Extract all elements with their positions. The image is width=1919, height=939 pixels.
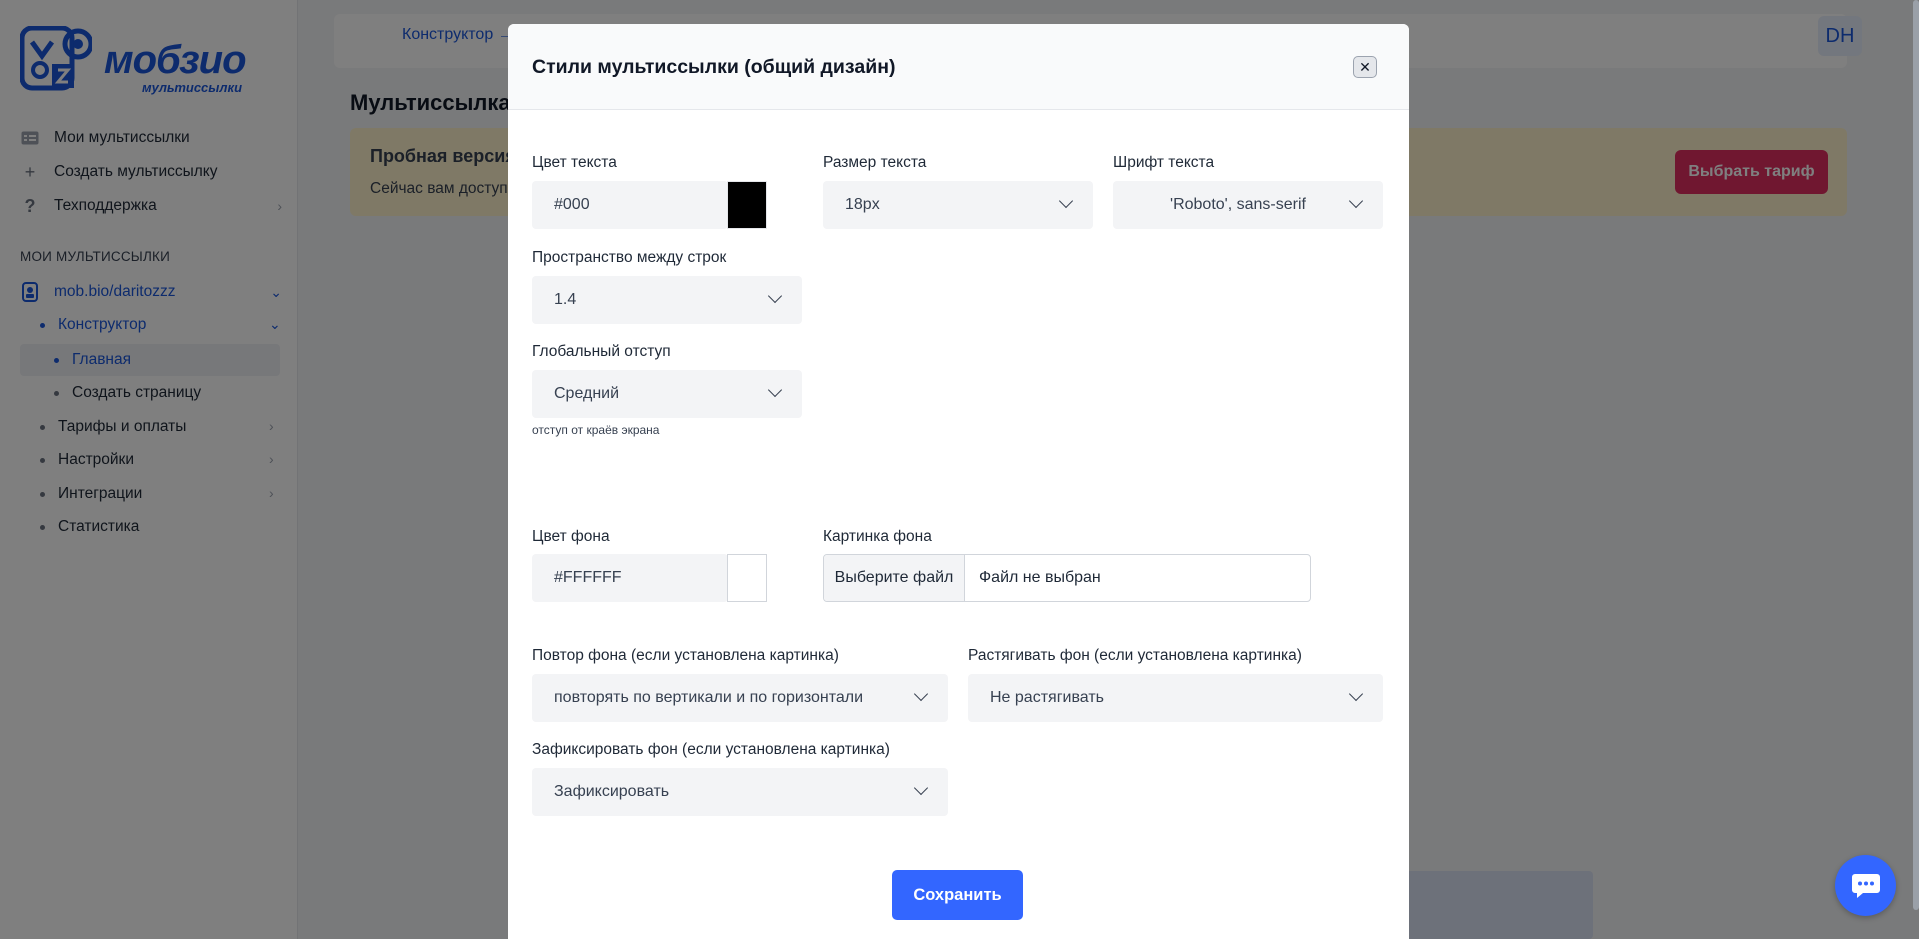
bg-color-swatch[interactable] bbox=[727, 554, 767, 602]
chat-icon bbox=[1851, 873, 1880, 898]
bg-stretch-select[interactable]: Не растягивать bbox=[968, 674, 1383, 722]
close-button[interactable]: ✕ bbox=[1353, 56, 1377, 78]
styles-modal: Стили мультиссылки (общий дизайн) ✕ Цвет… bbox=[508, 24, 1409, 939]
text-size-label: Размер текста bbox=[823, 154, 927, 171]
chat-button[interactable] bbox=[1835, 855, 1896, 916]
padding-hint: отступ от краёв экрана bbox=[532, 423, 660, 437]
bg-stretch-label: Растягивать фон (если установлена картин… bbox=[968, 647, 1302, 664]
chevron-down-icon bbox=[1348, 193, 1364, 209]
chevron-down-icon bbox=[913, 686, 929, 702]
bg-fixed-value: Зафиксировать bbox=[554, 783, 670, 800]
chevron-down-icon bbox=[1058, 193, 1074, 209]
padding-value: Средний bbox=[554, 385, 620, 402]
close-icon: ✕ bbox=[1359, 58, 1371, 75]
bg-stretch-value: Не растягивать bbox=[990, 689, 1104, 706]
bg-color-label: Цвет фона bbox=[532, 528, 610, 545]
line-height-label: Пространство между строк bbox=[532, 249, 727, 266]
modal-title: Стили мультиссылки (общий дизайн) bbox=[532, 56, 896, 78]
line-height-select[interactable]: 1.4 bbox=[532, 276, 802, 324]
padding-label: Глобальный отступ bbox=[532, 343, 671, 360]
font-select[interactable]: 'Roboto', sans-serif bbox=[1113, 181, 1383, 229]
chevron-down-icon bbox=[913, 780, 929, 796]
text-color-swatch[interactable] bbox=[727, 181, 767, 229]
text-color-label: Цвет текста bbox=[532, 154, 617, 171]
bg-image-label: Картинка фона bbox=[823, 528, 932, 545]
bg-repeat-label: Повтор фона (если установлена картинка) bbox=[532, 647, 839, 664]
text-color-value: #000 bbox=[554, 196, 590, 213]
chevron-down-icon bbox=[1348, 686, 1364, 702]
text-size-value: 18px bbox=[845, 196, 880, 213]
scrollbar[interactable] bbox=[1913, 0, 1919, 910]
save-button[interactable]: Сохранить bbox=[892, 870, 1023, 920]
font-value: 'Roboto', sans-serif bbox=[1170, 196, 1306, 213]
text-color-input[interactable]: #000 bbox=[532, 181, 728, 229]
chevron-down-icon bbox=[767, 288, 783, 304]
bg-repeat-value: повторять по вертикали и по горизонтали bbox=[554, 689, 864, 706]
bg-color-input[interactable]: #FFFFFF bbox=[532, 554, 728, 602]
modal-header: Стили мультиссылки (общий дизайн) ✕ bbox=[508, 24, 1409, 110]
bg-image-file-input[interactable]: Выберите файл Файл не выбран bbox=[823, 554, 1311, 602]
text-size-select[interactable]: 18px bbox=[823, 181, 1093, 229]
padding-select[interactable]: Средний bbox=[532, 370, 802, 418]
bg-repeat-select[interactable]: повторять по вертикали и по горизонтали bbox=[532, 674, 948, 722]
font-label: Шрифт текста bbox=[1113, 154, 1215, 171]
bg-fixed-select[interactable]: Зафиксировать bbox=[532, 768, 948, 816]
bg-fixed-label: Зафиксировать фон (если установлена карт… bbox=[532, 741, 890, 758]
file-name: Файл не выбран bbox=[979, 569, 1101, 586]
line-height-value: 1.4 bbox=[554, 291, 577, 308]
choose-file-button[interactable]: Выберите файл bbox=[824, 555, 965, 601]
bg-color-value: #FFFFFF bbox=[554, 569, 622, 586]
chevron-down-icon bbox=[767, 382, 783, 398]
